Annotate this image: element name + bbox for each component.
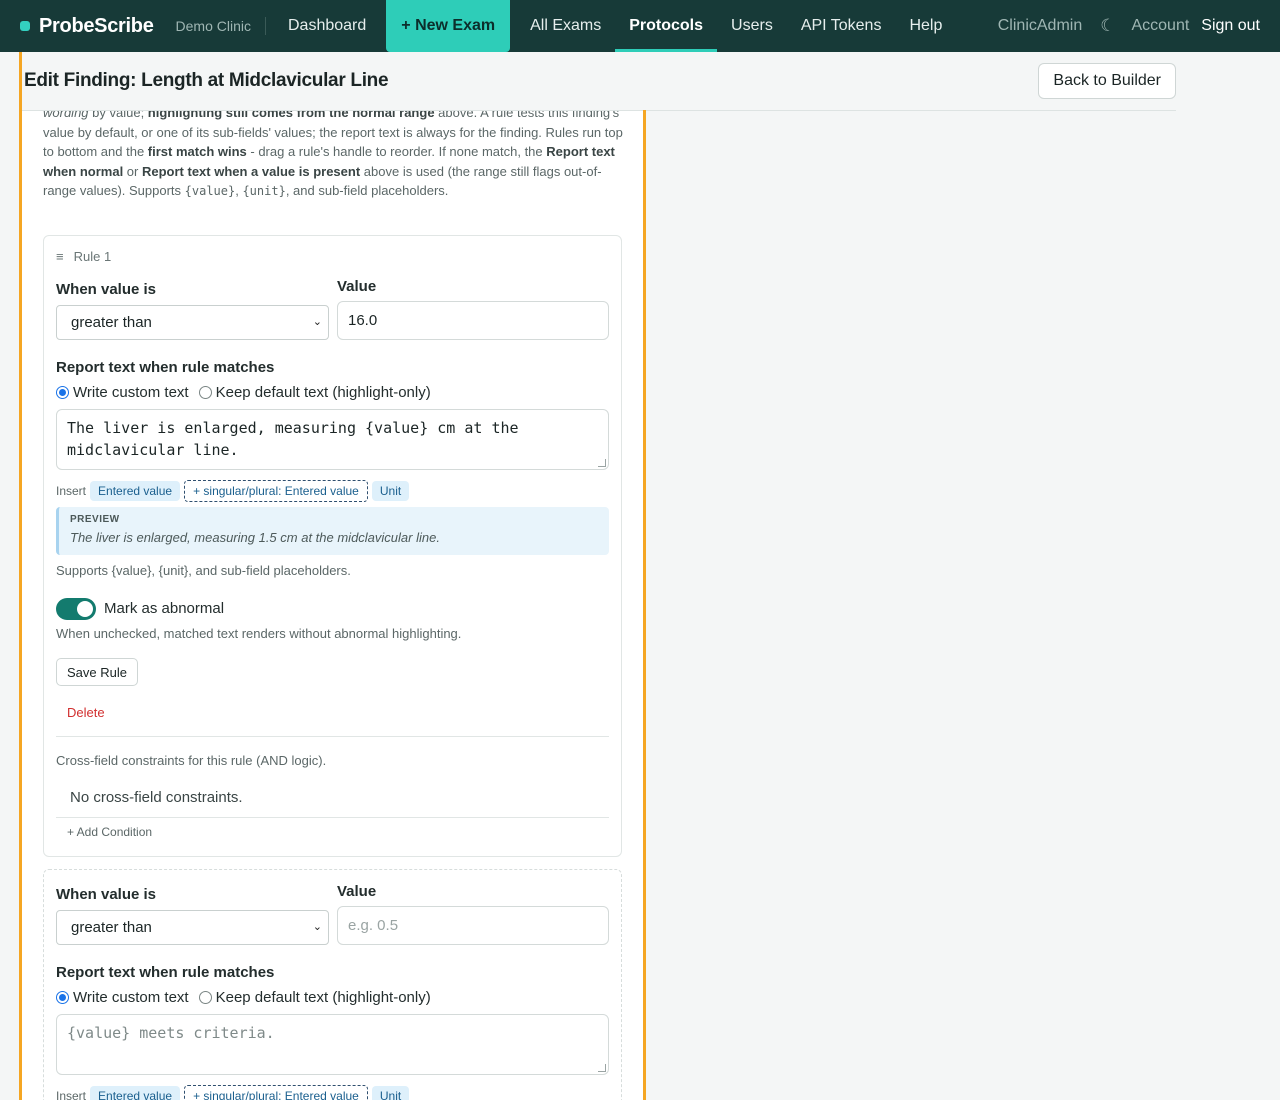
rule-divider [56,736,609,737]
rule-card: ≡ Rule 1 When value is greater than ⌄ Va… [43,235,622,857]
radio-default-text[interactable] [198,991,212,1004]
new-report-textarea[interactable]: {value} meets criteria. [56,1014,609,1075]
value-label: Value [337,883,377,900]
insert-label: Insert [56,484,87,498]
rule-title: Rule 1 [73,249,112,264]
abnormal-toggle[interactable] [56,598,96,620]
radio-custom-label[interactable]: Write custom text [73,989,189,1006]
insert-label: Insert [56,1089,87,1100]
back-to-builder-button[interactable]: Back to Builder [1038,63,1176,99]
insert-placeholder-row: Insert Entered value + singular/plural: … [56,480,410,502]
nav-new-exam-button[interactable]: + New Exam [386,0,511,52]
supports-help: Supports {value}, {unit}, and sub-field … [56,563,351,578]
report-placeholder: {value} meets criteria. [67,1024,275,1042]
chevron-down-icon: ⌄ [312,316,322,328]
radio-default-text[interactable] [198,386,212,399]
page-title: Edit Finding: Length at Midclavicular Li… [24,70,389,91]
radio-default-label[interactable]: Keep default text (highlight-only) [216,989,431,1006]
when-value-label: When value is [56,886,157,903]
insert-chip-unit[interactable]: Unit [371,1086,410,1100]
radio-default-label[interactable]: Keep default text (highlight-only) [216,384,431,401]
toggle-knob [77,601,93,617]
brand[interactable]: ProbeScribe [0,0,154,52]
insert-chip-entered-value[interactable]: Entered value [90,481,181,501]
new-rule-card: When value is greater than ⌄ Value e.g. … [43,869,622,1100]
report-text-value: The liver is enlarged, measuring {value}… [67,419,519,459]
preview-text: The liver is enlarged, measuring 1.5 cm … [70,530,440,545]
report-mode-radios: Write custom text Keep default text (hig… [56,384,441,401]
nav-protocols[interactable]: Protocols [615,0,718,52]
add-condition-button[interactable]: + Add Condition [67,825,152,839]
new-value-input[interactable]: e.g. 0.5 [337,906,609,945]
rule-header: ≡ Rule 1 [56,249,111,264]
new-operator-selected: greater than [71,919,152,936]
no-constraints-text: No cross-field constraints. [70,789,243,806]
nav-all-exams[interactable]: All Exams [516,0,615,52]
brand-logo-icon [20,21,30,31]
insert-chip-unit[interactable]: Unit [371,481,410,501]
new-report-mode-radios: Write custom text Keep default text (hig… [56,989,441,1006]
value-label: Value [337,278,377,295]
abnormal-help: When unchecked, matched text renders wit… [56,626,462,641]
edit-header: Edit Finding: Length at Midclavicular Li… [22,52,1176,111]
nav-right: ClinicAdmin ☾ Account Sign out [998,0,1280,52]
nav-sign-out[interactable]: Sign out [1201,17,1260,35]
save-rule-button[interactable]: Save Rule [56,658,138,686]
report-textarea[interactable]: The liver is enlarged, measuring {value}… [56,409,609,470]
constraints-help: Cross-field constraints for this rule (A… [56,753,327,768]
radio-custom-label[interactable]: Write custom text [73,384,189,401]
operator-selected: greater than [71,314,152,331]
rules-intro: wording by value; highlighting still com… [43,111,623,198]
resize-grip-icon[interactable] [598,459,606,467]
brand-name: ProbeScribe [39,14,154,37]
clinic-name: Demo Clinic [176,17,266,35]
preview-box: PREVIEW The liver is enlarged, measuring… [56,507,609,555]
preview-label: PREVIEW [70,514,120,525]
drag-handle-icon[interactable]: ≡ [56,249,64,264]
nav-api-tokens[interactable]: API Tokens [787,0,896,52]
operator-select[interactable]: greater than ⌄ [56,305,329,340]
insert-chip-entered-value[interactable]: Entered value [90,1086,181,1100]
theme-toggle-moon-icon[interactable]: ☾ [1100,16,1115,36]
radio-custom-text[interactable] [56,386,69,399]
nav-account[interactable]: Account [1131,17,1189,35]
when-value-label: When value is [56,281,157,298]
insert-chip-singular-plural[interactable]: + singular/plural: Entered value [184,1085,368,1100]
abnormal-label[interactable]: Mark as abnormal [104,600,224,617]
top-navigation: ProbeScribe Demo Clinic Dashboard + New … [0,0,1280,52]
insert-placeholder-row: Insert Entered value + singular/plural: … [56,1085,410,1100]
rules-panel[interactable]: wording by value; highlighting still com… [22,111,643,1100]
value-input[interactable]: 16.0 [337,301,609,340]
resize-grip-icon[interactable] [598,1064,606,1072]
current-user: ClinicAdmin [997,17,1083,34]
report-text-label: Report text when rule matches [56,359,275,376]
chevron-down-icon: ⌄ [312,921,322,933]
report-text-label: Report text when rule matches [56,964,275,981]
new-operator-select[interactable]: greater than ⌄ [56,910,329,945]
nav-dashboard[interactable]: Dashboard [274,0,380,52]
constraints-divider [56,817,609,818]
focus-accent-right [643,110,646,1100]
delete-rule-button[interactable]: Delete [67,705,105,720]
insert-chip-singular-plural[interactable]: + singular/plural: Entered value [184,480,368,502]
radio-custom-text[interactable] [56,991,69,1004]
nav-help[interactable]: Help [895,0,956,52]
nav-users[interactable]: Users [717,0,787,52]
